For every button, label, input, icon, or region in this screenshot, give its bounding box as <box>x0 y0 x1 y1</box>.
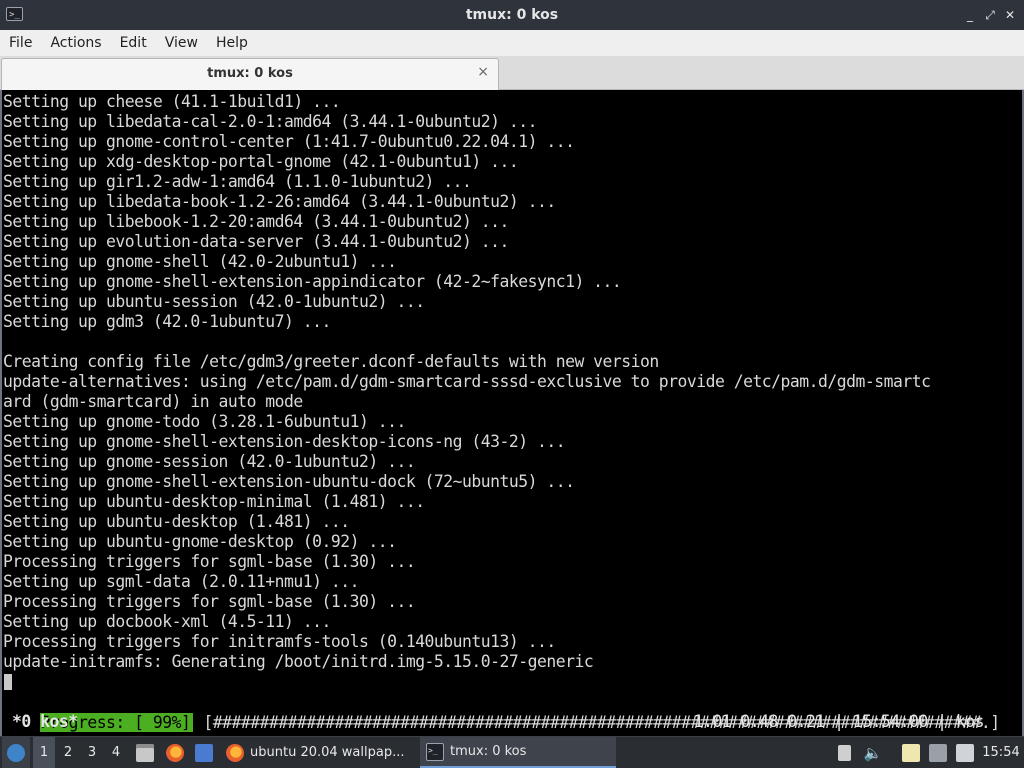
terminal-line: update-initramfs: Generating /boot/initr… <box>3 652 594 671</box>
task-label: ubuntu 20.04 wallpap... <box>250 745 405 760</box>
terminal-line: Setting up gnome-shell-extension-desktop… <box>3 432 566 451</box>
file-manager-launcher[interactable] <box>134 737 156 768</box>
terminal-line: ard (gdm-smartcard) in auto mode <box>3 392 303 411</box>
notes-tray[interactable] <box>900 737 922 768</box>
minimize-icon[interactable]: _ <box>962 6 978 24</box>
terminal-line: Setting up gnome-session (42.0-1ubuntu2)… <box>3 452 416 471</box>
terminal-line: Setting up ubuntu-gnome-desktop (0.92) .… <box>3 532 397 551</box>
update-tray[interactable] <box>954 737 976 768</box>
volume-tray[interactable]: 🔈 <box>862 737 884 768</box>
terminal-line: Setting up ubuntu-desktop (1.481) ... <box>3 512 350 531</box>
firefox-launcher[interactable] <box>164 737 186 768</box>
task-label: tmux: 0 kos <box>450 744 527 759</box>
taskbar: 1 2 3 4 ubuntu 20.04 wallpap... >_ tmux:… <box>0 736 1024 768</box>
terminal-line: Processing triggers for sgml-base (1.30)… <box>3 552 416 571</box>
task-firefox-window[interactable]: ubuntu 20.04 wallpap... <box>220 737 428 768</box>
terminal-line: Setting up ubuntu-desktop-minimal (1.481… <box>3 492 425 511</box>
desktop-icon <box>195 743 213 762</box>
tmux-status-right: 1.01 0.48 0.21 | 15:54:00 | kos <box>693 712 985 731</box>
file-manager-icon <box>136 743 154 762</box>
terminal-line: Setting up docbook-xml (4.5-11) ... <box>3 612 331 631</box>
window-controls: _ ⤢ ✕ <box>962 6 1018 24</box>
clipboard-icon <box>837 744 851 761</box>
terminal-line: Setting up sgml-data (2.0.11+nmu1) ... <box>3 572 359 591</box>
terminal-line: Setting up gnome-control-center (1:41.7-… <box>3 132 575 151</box>
tab-close-icon[interactable]: × <box>477 64 489 80</box>
task-tmux-window[interactable]: >_ tmux: 0 kos <box>420 737 616 768</box>
terminal-line: Setting up evolution-data-server (3.44.1… <box>3 232 509 251</box>
terminal-line: Setting up xdg-desktop-portal-gnome (42.… <box>3 152 519 171</box>
tmux-window-name[interactable]: *0 kos* <box>12 712 78 732</box>
workspace-1[interactable]: 1 <box>33 737 55 768</box>
clipboard-tray[interactable] <box>834 737 854 768</box>
menu-help[interactable]: Help <box>207 30 257 56</box>
clock[interactable]: 15:54 <box>980 737 1022 768</box>
title-bar: >_ tmux: 0 kos _ ⤢ ✕ <box>0 0 1024 30</box>
terminal-line: Setting up libedata-cal-2.0-1:amd64 (3.4… <box>3 112 537 131</box>
tmux-status-bar: *0 kos* 1.01 0.48 0.21 | 15:54:00 | kos <box>2 712 1022 732</box>
menu-actions[interactable]: Actions <box>41 30 110 56</box>
terminal-line: Setting up gnome-shell-extension-appindi… <box>3 272 622 291</box>
terminal-line: Setting up gnome-shell (42.0-2ubuntu1) .… <box>3 252 397 271</box>
menu-file[interactable]: File <box>0 30 41 56</box>
terminal-line: Processing triggers for initramfs-tools … <box>3 632 556 651</box>
firefox-icon <box>226 743 244 762</box>
terminal-line: Setting up libedata-book-1.2-26:amd64 (3… <box>3 192 556 211</box>
tab-label: tmux: 0 kos <box>207 66 293 81</box>
text-cursor <box>4 674 12 690</box>
apt-progress: Progress: [ 99%] [#######################… <box>3 693 1022 732</box>
firefox-icon <box>166 743 184 762</box>
window-title: tmux: 0 kos <box>465 7 559 23</box>
terminal-line: Setting up ubuntu-session (42.0-1ubuntu2… <box>3 292 425 311</box>
terminal-line: Setting up gnome-shell-extension-ubuntu-… <box>3 472 575 491</box>
workspace-4[interactable]: 4 <box>105 737 127 768</box>
workspace-2[interactable]: 2 <box>57 737 79 768</box>
terminal-line: Setting up libebook-1.2-20:amd64 (3.44.1… <box>3 212 509 231</box>
network-icon <box>929 743 947 762</box>
terminal-output[interactable]: Setting up cheese (41.1-1build1) ... Sett… <box>0 90 1024 736</box>
lxqt-logo-icon <box>7 743 25 762</box>
terminal-line: Setting up gnome-todo (3.28.1-6ubuntu1) … <box>3 412 406 431</box>
terminal-lines: Setting up cheese (41.1-1build1) ... Sett… <box>3 92 1022 672</box>
volume-icon: 🔈 <box>863 743 883 762</box>
workspace-3[interactable]: 3 <box>81 737 103 768</box>
terminal-line: Creating config file /etc/gdm3/greeter.d… <box>3 352 659 371</box>
terminal-line: Setting up cheese (41.1-1build1) ... <box>3 92 341 111</box>
maximize-icon[interactable]: ⤢ <box>982 6 998 24</box>
start-menu-button[interactable] <box>2 737 30 768</box>
terminal-line: update-alternatives: using /etc/pam.d/gd… <box>3 372 931 391</box>
show-desktop-launcher[interactable] <box>193 737 215 768</box>
notes-icon <box>902 743 920 762</box>
network-tray[interactable] <box>927 737 949 768</box>
terminal-line: Processing triggers for sgml-base (1.30)… <box>3 592 416 611</box>
update-icon <box>956 743 974 762</box>
menu-view[interactable]: View <box>156 30 207 56</box>
terminal-line: Setting up gdm3 (42.0-1ubuntu7) ... <box>3 312 331 331</box>
tab-bar: tmux: 0 kos × <box>0 56 1024 90</box>
terminal-line: Setting up gir1.2-adw-1:amd64 (1.1.0-1ub… <box>3 172 472 191</box>
menu-edit[interactable]: Edit <box>111 30 156 56</box>
close-icon[interactable]: ✕ <box>1002 6 1018 24</box>
tab-tmux[interactable]: tmux: 0 kos × <box>1 58 499 90</box>
terminal-icon: >_ <box>426 742 444 761</box>
menu-bar: File Actions Edit View Help <box>0 30 1024 56</box>
